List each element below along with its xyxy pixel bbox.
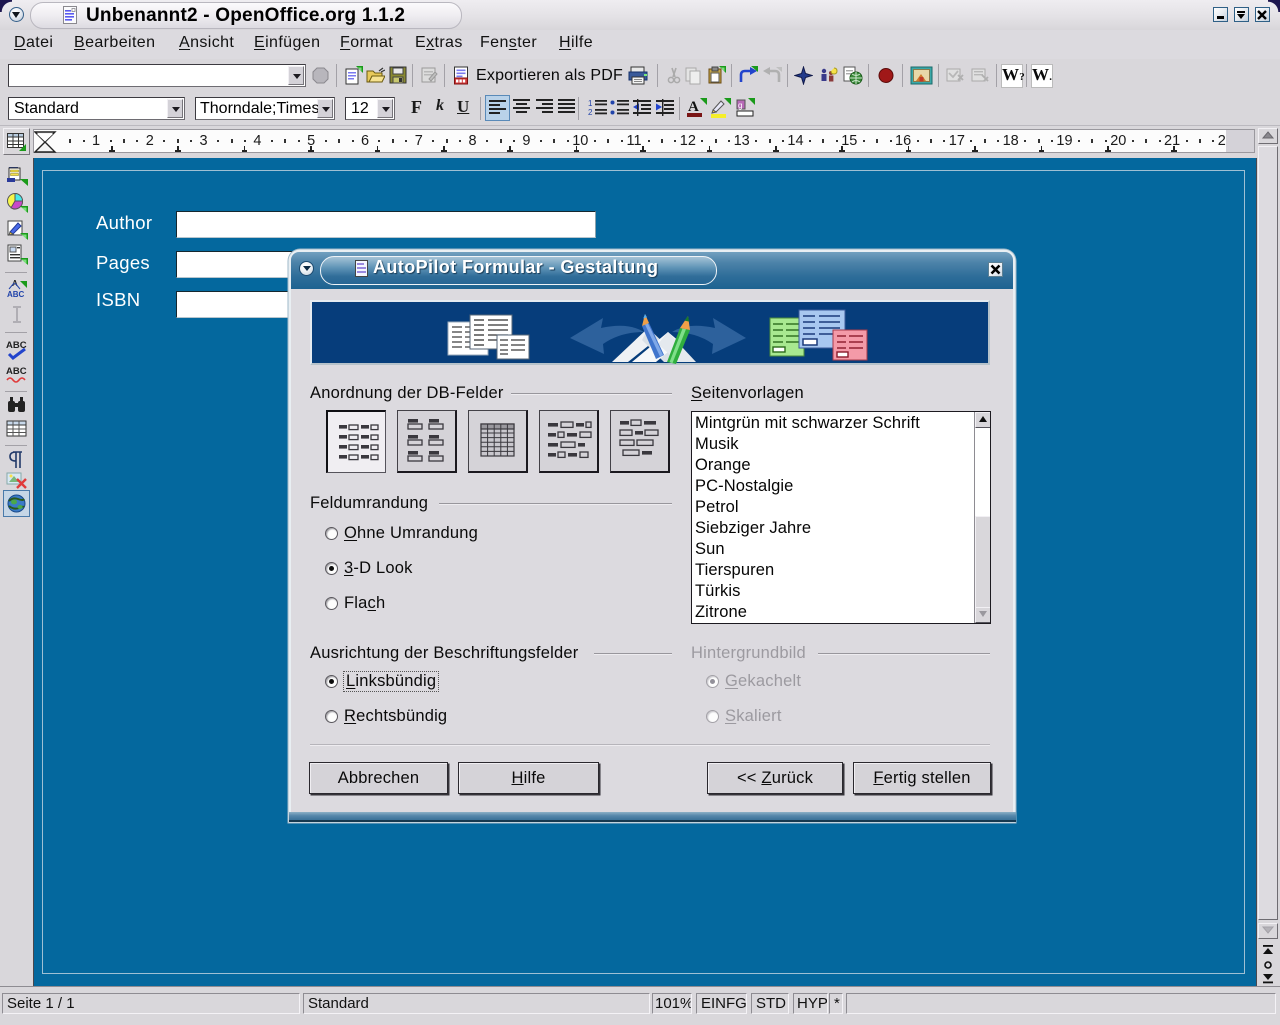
svg-text:2: 2 xyxy=(588,108,593,117)
svg-text:g: g xyxy=(738,101,742,110)
svg-text:ABC: ABC xyxy=(6,366,27,377)
svg-text:A: A xyxy=(688,99,699,115)
svg-text:ABC: ABC xyxy=(7,290,25,299)
svg-text:1: 1 xyxy=(588,99,593,108)
